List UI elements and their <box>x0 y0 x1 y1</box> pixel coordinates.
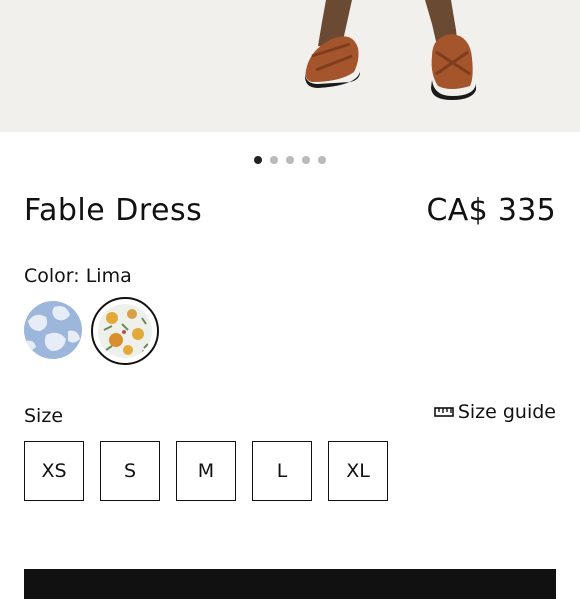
size-guide-link[interactable]: Size guide <box>434 401 556 423</box>
size-option-xs[interactable]: XS <box>24 441 84 501</box>
gallery-dot-1[interactable] <box>254 156 262 164</box>
gallery-dot-4[interactable] <box>302 156 310 164</box>
size-options: XS S M L XL <box>24 441 388 501</box>
color-label: Color: Lima <box>24 265 132 287</box>
size-option-s[interactable]: S <box>100 441 160 501</box>
product-price: CA$ 335 <box>426 193 556 228</box>
lima-floral-pattern <box>98 304 152 358</box>
ruler-icon <box>434 407 454 417</box>
lima-floral-swatch[interactable] <box>91 297 159 365</box>
product-title: Fable Dress <box>24 193 203 228</box>
product-image[interactable] <box>0 0 580 132</box>
product-photo <box>304 0 476 100</box>
size-option-xl[interactable]: XL <box>328 441 388 501</box>
gallery-dot-3[interactable] <box>286 156 294 164</box>
add-to-bag-button[interactable] <box>24 569 556 599</box>
size-option-l[interactable]: L <box>252 441 312 501</box>
blue-floral-swatch[interactable] <box>24 301 82 359</box>
size-label: Size <box>24 405 64 427</box>
size-guide-label: Size guide <box>457 401 556 423</box>
gallery-dot-2[interactable] <box>270 156 278 164</box>
gallery-dot-5[interactable] <box>318 156 326 164</box>
size-option-m[interactable]: M <box>176 441 236 501</box>
gallery-pagination <box>0 156 580 164</box>
blue-floral-pattern <box>24 301 82 359</box>
